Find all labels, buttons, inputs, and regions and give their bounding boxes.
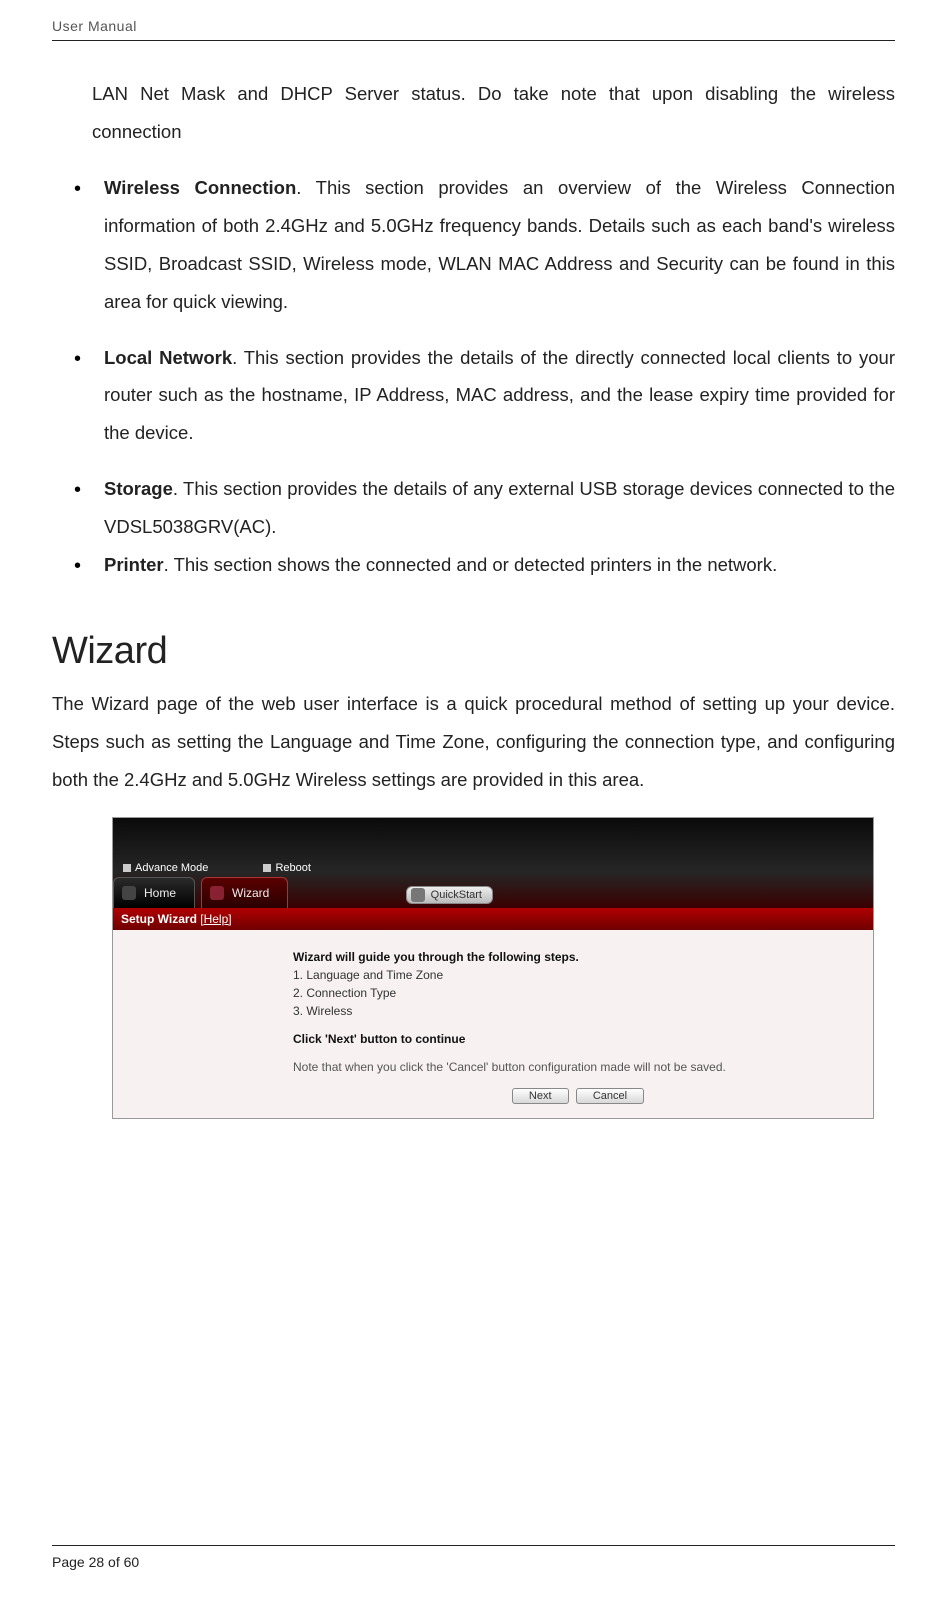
list-item: Storage. This section provides the detai…: [82, 470, 895, 546]
wizard-lead-text: Wizard will guide you through the follow…: [293, 948, 863, 966]
wizard-step-1: 1. Language and Time Zone: [293, 966, 863, 984]
router-mode-row: Advance Mode Reboot: [123, 862, 363, 874]
router-header-bar: Advance Mode Reboot Home Wizard QuickSta…: [113, 818, 873, 908]
intro-paragraph: LAN Net Mask and DHCP Server status. Do …: [92, 75, 895, 151]
wizard-note-text: Note that when you click the 'Cancel' bu…: [293, 1058, 863, 1076]
quickstart-button[interactable]: QuickStart: [406, 886, 493, 904]
router-tabs: Home Wizard: [113, 877, 294, 908]
setup-wizard-label: Setup Wizard: [121, 912, 197, 926]
running-header: User Manual: [52, 18, 895, 34]
list-item: Local Network. This section provides the…: [82, 339, 895, 453]
footer-divider: [52, 1545, 895, 1546]
advance-mode-label[interactable]: Advance Mode: [123, 862, 234, 874]
bullet-title: Local Network: [104, 347, 232, 368]
wizard-continue-text: Click 'Next' button to continue: [293, 1030, 863, 1048]
section-heading-wizard: Wizard: [52, 630, 895, 673]
bullet-text: . This section provides the details of a…: [104, 478, 895, 537]
next-button[interactable]: Next: [512, 1088, 569, 1104]
bullet-text: . This section shows the connected and o…: [164, 554, 778, 575]
list-item: Wireless Connection. This section provid…: [82, 169, 895, 321]
wizard-step-2: 2. Connection Type: [293, 984, 863, 1002]
square-icon: [123, 864, 131, 872]
router-body: Wizard will guide you through the follow…: [113, 930, 873, 1118]
router-ui-window: Advance Mode Reboot Home Wizard QuickSta…: [112, 817, 874, 1119]
bullet-title: Wireless Connection: [104, 177, 296, 198]
wizard-step-3: 3. Wireless: [293, 1002, 863, 1020]
bullet-list-2: Storage. This section provides the detai…: [52, 470, 895, 584]
tab-home[interactable]: Home: [113, 877, 195, 908]
tab-wizard[interactable]: Wizard: [201, 877, 288, 908]
bullet-title: Storage: [104, 478, 173, 499]
header-divider: [52, 40, 895, 41]
list-item: Printer. This section shows the connecte…: [82, 546, 895, 584]
cancel-button[interactable]: Cancel: [576, 1088, 644, 1104]
bullet-title: Printer: [104, 554, 164, 575]
help-link[interactable]: [Help]: [200, 912, 231, 926]
page-number: Page 28 of 60: [52, 1554, 895, 1570]
home-icon: [122, 886, 136, 900]
setup-wizard-bar: Setup Wizard [Help]: [113, 908, 873, 930]
embedded-screenshot: Advance Mode Reboot Home Wizard QuickSta…: [112, 817, 872, 1119]
square-icon: [263, 864, 271, 872]
wizard-button-row: Next Cancel: [293, 1086, 863, 1104]
bullet-list-1: Wireless Connection. This section provid…: [52, 169, 895, 452]
wizard-icon: [210, 886, 224, 900]
reboot-label[interactable]: Reboot: [263, 862, 336, 874]
wizard-paragraph: The Wizard page of the web user interfac…: [52, 685, 895, 799]
page-footer: Page 28 of 60: [52, 1545, 895, 1570]
